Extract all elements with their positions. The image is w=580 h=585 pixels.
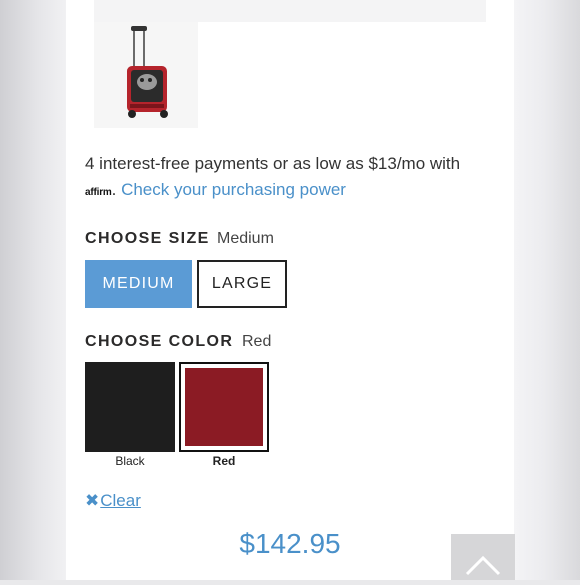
clear-label: Clear <box>100 491 141 510</box>
background-right <box>514 0 580 580</box>
close-icon: ✖ <box>85 491 100 510</box>
background-left <box>0 0 66 580</box>
color-swatch-red-fill <box>185 368 263 446</box>
selected-color-value: Red <box>242 333 272 350</box>
size-option-medium[interactable]: MEDIUM <box>85 260 192 308</box>
color-swatch-red[interactable] <box>179 362 269 452</box>
choose-size-label: CHOOSE SIZE <box>85 230 210 247</box>
back-to-top-button[interactable] <box>451 534 515 580</box>
selected-size-value: Medium <box>217 230 274 247</box>
financing-text: 4 interest-free payments or as low as $1… <box>85 154 461 173</box>
choose-color-label: CHOOSE COLOR <box>85 333 234 350</box>
product-thumbnail[interactable] <box>94 22 198 128</box>
color-label-black: Black <box>115 454 145 468</box>
size-option-large[interactable]: LARGE <box>197 260 287 308</box>
affirm-logo: affirm <box>85 187 112 198</box>
color-swatch-black[interactable] <box>85 362 175 452</box>
top-image-strip <box>94 0 486 22</box>
clear-selection-link[interactable]: ✖Clear <box>85 491 141 511</box>
financing-message: 4 interest-free payments or as low as $1… <box>85 151 505 206</box>
rolling-pet-carrier-image <box>127 26 168 118</box>
check-purchasing-power-link[interactable]: Check your purchasing power <box>121 180 346 199</box>
chevron-up-icon <box>465 555 501 576</box>
product-price: $142.95 <box>239 528 341 559</box>
affirm-separator: . <box>111 180 117 199</box>
color-label-red: Red <box>212 454 236 468</box>
product-options-panel: 4 interest-free payments or as low as $1… <box>66 0 514 580</box>
